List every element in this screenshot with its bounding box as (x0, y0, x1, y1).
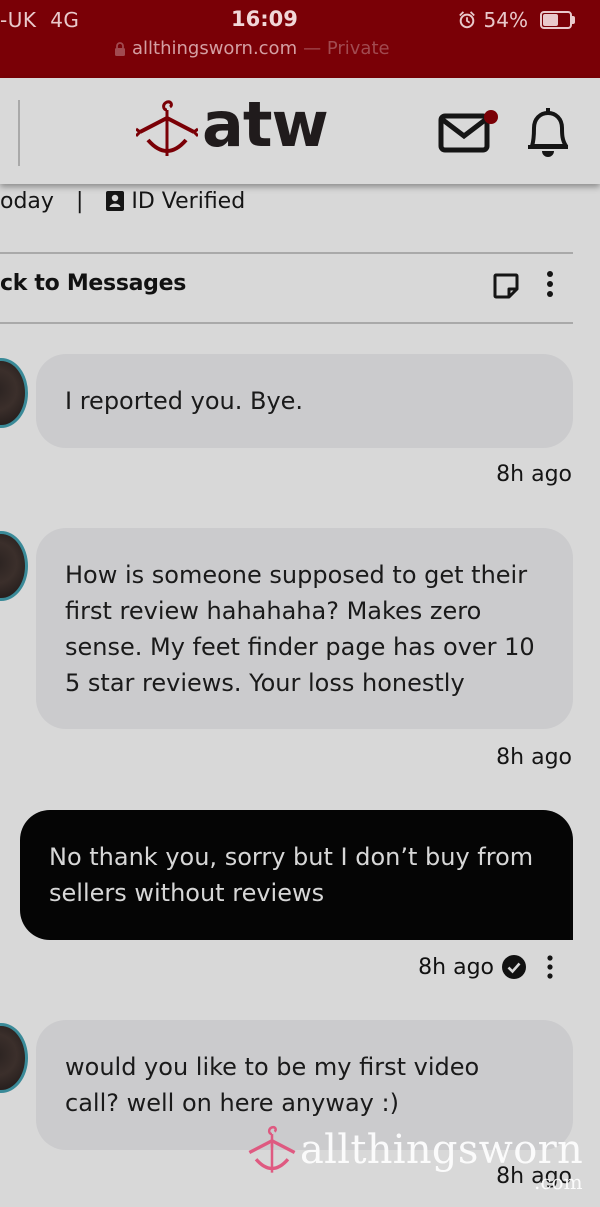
message-timestamp: 8h ago (496, 462, 572, 487)
messages-button[interactable] (438, 108, 498, 154)
watermark-subtext: .com (534, 1170, 583, 1194)
battery-icon (540, 11, 575, 29)
status-bar: -UK 4G 16:09 54% allthingsworn.com — Pri… (0, 0, 600, 78)
carrier-info: -UK 4G (0, 8, 79, 32)
profile-meta: oday | ID Verified (0, 186, 245, 216)
battery-level (543, 14, 559, 26)
read-check-icon (502, 955, 526, 979)
message-meta: 8h ago (418, 954, 556, 980)
message-options-icon[interactable] (544, 954, 556, 980)
divider (0, 252, 573, 254)
id-verified-label: ID Verified (131, 188, 246, 214)
id-card-icon (106, 191, 125, 211)
message-bubble-outgoing: No thank you, sorry but I don’t buy from… (20, 810, 573, 940)
carrier-name: -UK (0, 8, 37, 32)
message-text: No thank you, sorry but I don’t buy from… (49, 843, 534, 907)
lock-icon (115, 41, 125, 56)
divider (0, 322, 573, 324)
watermark: allthingsworn .com (246, 1122, 584, 1194)
url-text: allthingsworn.com (132, 38, 298, 59)
avatar[interactable] (0, 358, 28, 428)
back-to-messages-link[interactable]: ck to Messages (0, 271, 186, 296)
hanger-bow-logo-icon (248, 1125, 296, 1173)
logo-text: atw (202, 88, 329, 161)
network-type: 4G (50, 8, 80, 32)
header-divider (18, 100, 20, 166)
message-bubble-incoming: I reported you. Bye. (36, 354, 573, 448)
message-timestamp: 8h ago (496, 745, 572, 770)
watermark-text: allthingsworn (300, 1127, 584, 1173)
site-logo[interactable]: atw (136, 88, 329, 162)
note-icon[interactable] (492, 272, 520, 300)
avatar[interactable] (0, 531, 28, 601)
private-label: — Private (303, 38, 390, 59)
alarm-icon (458, 11, 475, 29)
avatar[interactable] (0, 1023, 28, 1093)
site-header: atw (0, 78, 600, 184)
notifications-button[interactable] (524, 104, 572, 160)
address-bar[interactable]: allthingsworn.com — Private (114, 38, 390, 59)
message-timestamp: 8h ago (418, 954, 494, 980)
bell-icon (528, 108, 568, 157)
unread-indicator (484, 110, 498, 124)
clock: 16:09 (231, 7, 298, 31)
message-text: How is someone supposed to get their fir… (65, 560, 535, 697)
status-icons: 54% (458, 8, 575, 32)
last-active-text: oday (0, 188, 54, 214)
message-text: would you like to be my first video call… (65, 1053, 480, 1117)
more-options-icon[interactable] (540, 270, 560, 298)
battery-percent: 54% (483, 8, 528, 32)
conversation-toolbar: ck to Messages (0, 256, 573, 322)
meta-separator: | (75, 188, 84, 214)
message-bubble-incoming: How is someone supposed to get their fir… (36, 528, 573, 729)
message-text: I reported you. Bye. (65, 387, 304, 415)
hanger-bow-logo-icon (136, 100, 198, 156)
